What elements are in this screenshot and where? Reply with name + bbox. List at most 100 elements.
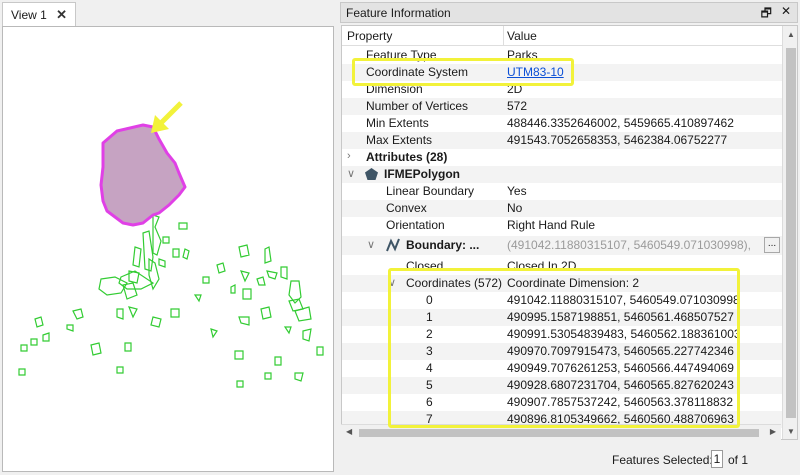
row-value: (491042.11880315107, 5460549.071030998),: [507, 238, 752, 252]
coordinate-row[interactable]: 5 490928.6807231704, 5460565.827620243: [342, 377, 782, 394]
coordinate-index: 5: [426, 378, 433, 392]
chevron-down-icon[interactable]: ∨: [388, 276, 396, 289]
park-feature: [30, 338, 38, 346]
park-feature: [236, 380, 244, 388]
coordinate-value: 490970.7097915473, 5460565.227742346: [507, 344, 734, 358]
vertical-scrollbar[interactable]: ▲ ▼: [782, 26, 797, 439]
row-num-vertices[interactable]: Number of Vertices 572: [342, 98, 782, 115]
row-orientation[interactable]: Orientation Right Hand Rule: [342, 217, 782, 234]
row-prop: Attributes (28): [366, 150, 448, 164]
park-feature: [116, 308, 124, 320]
row-value: Coordinate Dimension: 2: [507, 276, 640, 290]
scrollbar-thumb[interactable]: [359, 429, 759, 437]
coordinate-index: 6: [426, 395, 433, 409]
row-prop: Coordinate System: [366, 65, 469, 79]
close-icon[interactable]: ✕: [56, 7, 67, 23]
row-value: Right Hand Rule: [507, 218, 596, 232]
map-view-canvas[interactable]: [2, 26, 334, 472]
park-feature: [182, 248, 190, 260]
row-linear-boundary[interactable]: Linear Boundary Yes: [342, 183, 782, 200]
park-feature: [150, 316, 162, 328]
row-coordinate-system[interactable]: Coordinate System UTM83-10: [342, 64, 782, 81]
park-feature: [158, 258, 166, 268]
selected-polygon[interactable]: [99, 123, 187, 227]
features-selected-label: Features Selected:: [612, 453, 713, 467]
park-feature: [238, 244, 250, 258]
row-attributes[interactable]: › Attributes (28): [342, 149, 782, 166]
scroll-left-icon[interactable]: ◀: [346, 427, 352, 436]
coordinate-index: 2: [426, 327, 433, 341]
row-min-extents[interactable]: Min Extents 488446.3352646002, 5459665.4…: [342, 115, 782, 132]
row-max-extents[interactable]: Max Extents 491543.7052658353, 5462384.0…: [342, 132, 782, 149]
park-feature: [234, 350, 244, 360]
park-feature: [90, 342, 102, 356]
scroll-right-icon[interactable]: ▶: [770, 427, 776, 436]
coordinate-value: 490949.7076261253, 5460566.447494069: [507, 361, 734, 375]
scroll-down-icon[interactable]: ▼: [787, 427, 795, 436]
features-total-label: of 1: [728, 453, 749, 467]
park-feature: [118, 270, 155, 290]
row-feature-type[interactable]: Feature Type Parks: [342, 47, 782, 64]
row-boundary[interactable]: ∨ Boundary: ... (491042.11880315107, 546…: [342, 236, 782, 255]
polygon-icon: [365, 168, 378, 180]
park-feature: [280, 266, 288, 280]
park-feature: [172, 248, 180, 258]
row-prop: Convex: [386, 201, 427, 215]
feature-info-title: Feature Information: [346, 5, 451, 20]
row-dimension[interactable]: Dimension 2D: [342, 81, 782, 98]
row-convex[interactable]: Convex No: [342, 200, 782, 217]
coordinate-index: 3: [426, 344, 433, 358]
park-feature: [294, 306, 312, 322]
coordinate-row[interactable]: 1 490995.1587198851, 5460561.468507527: [342, 309, 782, 326]
park-feature: [240, 270, 250, 283]
restore-icon[interactable]: 🗗: [761, 4, 772, 25]
park-feature: [264, 246, 272, 264]
row-prop: Closed: [406, 259, 444, 273]
horizontal-scrollbar[interactable]: ◀ ▶: [341, 424, 781, 440]
park-feature: [210, 328, 218, 339]
coordinate-index: 0: [426, 293, 433, 307]
park-feature: [152, 214, 162, 256]
chevron-down-icon[interactable]: ∨: [347, 167, 355, 180]
property-column-header[interactable]: Property: [347, 29, 392, 43]
coordinate-row[interactable]: 6 490907.7857537242, 5460563.378118832: [342, 394, 782, 411]
tab-view-1-label: View 1: [11, 7, 47, 22]
status-bar: Features Selected: 1 of 1: [340, 444, 800, 475]
chevron-right-icon[interactable]: ›: [347, 150, 351, 162]
coordinate-value: 490995.1587198851, 5460561.468507527: [507, 310, 734, 324]
row-value: No: [507, 201, 523, 215]
boundary-details-button[interactable]: ...: [764, 237, 780, 253]
scrollbar-thumb[interactable]: [786, 48, 796, 418]
coordinate-row[interactable]: 0 491042.11880315107, 5460549.071030998: [342, 292, 782, 309]
row-value: Parks: [507, 48, 538, 62]
line-icon: [386, 238, 400, 252]
coordinate-row[interactable]: 3 490970.7097915473, 5460565.227742346: [342, 343, 782, 360]
column-divider[interactable]: [503, 26, 504, 46]
app-root: View 1 ✕ Feature Information 🗗 ✕ Propert…: [0, 0, 800, 475]
park-feature: [266, 270, 278, 280]
feature-info-tree[interactable]: Property Value Feature Type Parks Coordi…: [341, 25, 798, 440]
value-column-header[interactable]: Value: [507, 29, 537, 43]
park-feature: [34, 316, 44, 328]
row-geometry[interactable]: ∨ IFMEPolygon: [342, 166, 782, 183]
park-feature: [20, 344, 28, 352]
row-closed[interactable]: Closed Closed In 2D: [342, 258, 782, 275]
coordinate-system-link[interactable]: UTM83-10: [507, 65, 564, 79]
chevron-down-icon[interactable]: ∨: [367, 238, 375, 251]
coordinate-value: 490928.6807231704, 5460565.827620243: [507, 378, 734, 392]
selected-feature-input[interactable]: 1: [711, 450, 723, 468]
scroll-up-icon[interactable]: ▲: [787, 30, 795, 39]
park-feature: [72, 308, 84, 320]
park-feature: [193, 294, 202, 303]
park-feature: [316, 346, 324, 356]
park-feature: [170, 308, 180, 318]
park-feature: [216, 262, 226, 274]
coordinate-value: 491042.11880315107, 5460549.071030998: [507, 293, 740, 307]
coordinate-value: 490907.7857537242, 5460563.378118832: [507, 395, 734, 409]
tab-view-1[interactable]: View 1 ✕: [2, 2, 76, 26]
coordinate-row[interactable]: 4 490949.7076261253, 5460566.447494069: [342, 360, 782, 377]
park-feature: [128, 306, 138, 319]
coordinate-row[interactable]: 2 490991.53054839483, 5460562.188361003: [342, 326, 782, 343]
row-coordinates[interactable]: ∨ Coordinates (572) Coordinate Dimension…: [342, 275, 782, 292]
close-panel-icon[interactable]: ✕: [781, 4, 791, 25]
